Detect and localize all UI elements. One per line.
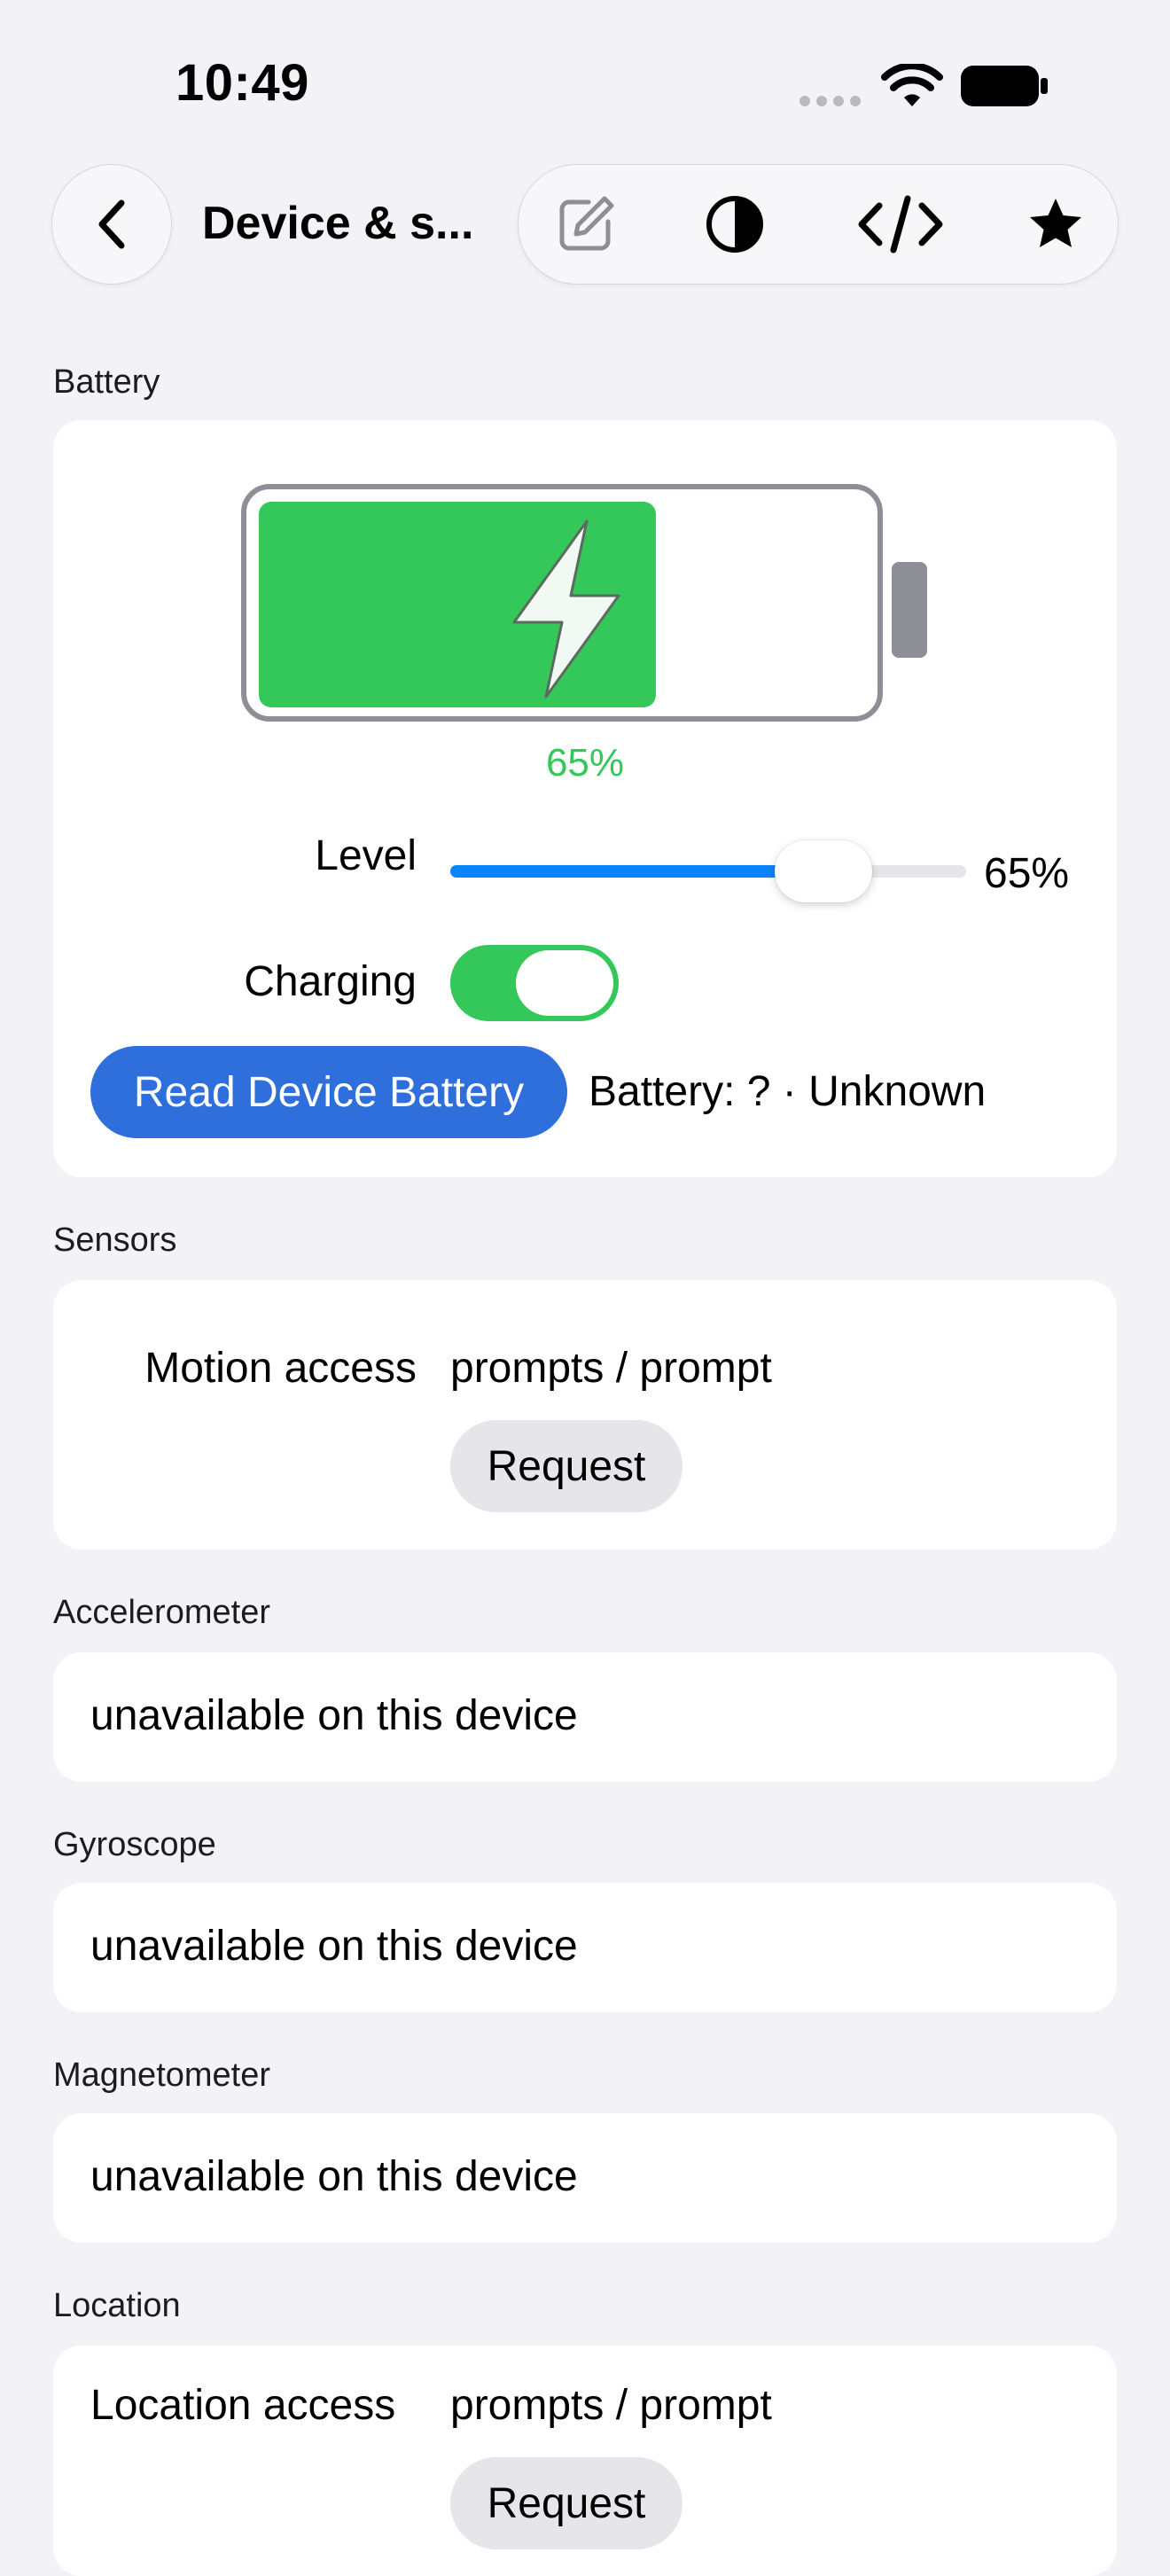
section-label-magnetometer: Magnetometer bbox=[53, 2057, 271, 2094]
level-slider-track[interactable] bbox=[450, 865, 966, 878]
battery-status-icon bbox=[961, 66, 1048, 106]
battery-card: 65% Level 65% Charging Read Device Batte… bbox=[53, 420, 1117, 1177]
back-button[interactable] bbox=[51, 164, 172, 285]
magnetometer-card: unavailable on this device bbox=[53, 2113, 1117, 2243]
battery-graphic bbox=[241, 484, 883, 722]
section-label-location: Location bbox=[53, 2287, 181, 2324]
read-device-battery-button[interactable]: Read Device Battery bbox=[90, 1046, 567, 1138]
level-value: 65% bbox=[984, 850, 1070, 897]
section-label-battery: Battery bbox=[53, 363, 160, 401]
status-time: 10:49 bbox=[176, 54, 309, 112]
battery-percent-caption: 65% bbox=[545, 741, 625, 785]
charging-label: Charging bbox=[244, 958, 417, 1005]
view-source-button[interactable] bbox=[852, 189, 949, 260]
section-label-gyroscope: Gyroscope bbox=[53, 1826, 216, 1863]
gyroscope-card: unavailable on this device bbox=[53, 1883, 1117, 2012]
battery-status-text: Battery: ? · Unknown bbox=[589, 1068, 987, 1115]
level-label: Level bbox=[315, 832, 417, 879]
appearance-button[interactable] bbox=[699, 189, 770, 260]
code-icon bbox=[858, 195, 943, 254]
magnetometer-value: unavailable on this device bbox=[90, 2153, 578, 2200]
motion-access-status: prompts / prompt bbox=[450, 1345, 772, 1392]
edit-icon bbox=[559, 196, 614, 251]
chevron-left-icon bbox=[98, 199, 125, 249]
charging-toggle[interactable] bbox=[450, 945, 619, 1021]
accelerometer-value: unavailable on this device bbox=[90, 1692, 578, 1739]
bolt-icon bbox=[512, 519, 620, 699]
edit-button[interactable] bbox=[550, 189, 621, 260]
star-icon bbox=[1030, 199, 1081, 247]
toolbar bbox=[518, 164, 1119, 285]
location-card: Location access prompts / prompt Request bbox=[53, 2346, 1117, 2576]
charging-toggle-knob bbox=[516, 950, 613, 1016]
wifi-icon bbox=[881, 64, 943, 106]
section-label-accelerometer: Accelerometer bbox=[53, 1594, 270, 1631]
section-label-sensors: Sensors bbox=[53, 1222, 177, 1259]
location-access-label: Location access bbox=[90, 2382, 396, 2429]
level-slider-thumb[interactable] bbox=[775, 840, 872, 902]
page-title: Device & s... bbox=[202, 198, 474, 249]
favorite-button[interactable] bbox=[1020, 189, 1091, 260]
location-access-status: prompts / prompt bbox=[450, 2382, 772, 2429]
battery-terminal bbox=[892, 562, 927, 658]
accelerometer-card: unavailable on this device bbox=[53, 1652, 1117, 1782]
gyroscope-value: unavailable on this device bbox=[90, 1923, 578, 1970]
motion-access-label: Motion access bbox=[144, 1345, 417, 1392]
level-slider-fill bbox=[450, 865, 785, 878]
location-request-button[interactable]: Request bbox=[450, 2457, 682, 2549]
motion-request-button[interactable]: Request bbox=[450, 1420, 682, 1512]
sensors-card: Motion access prompts / prompt Request bbox=[53, 1280, 1117, 1550]
contrast-icon bbox=[706, 196, 763, 253]
cellular-signal-icon bbox=[800, 96, 862, 106]
